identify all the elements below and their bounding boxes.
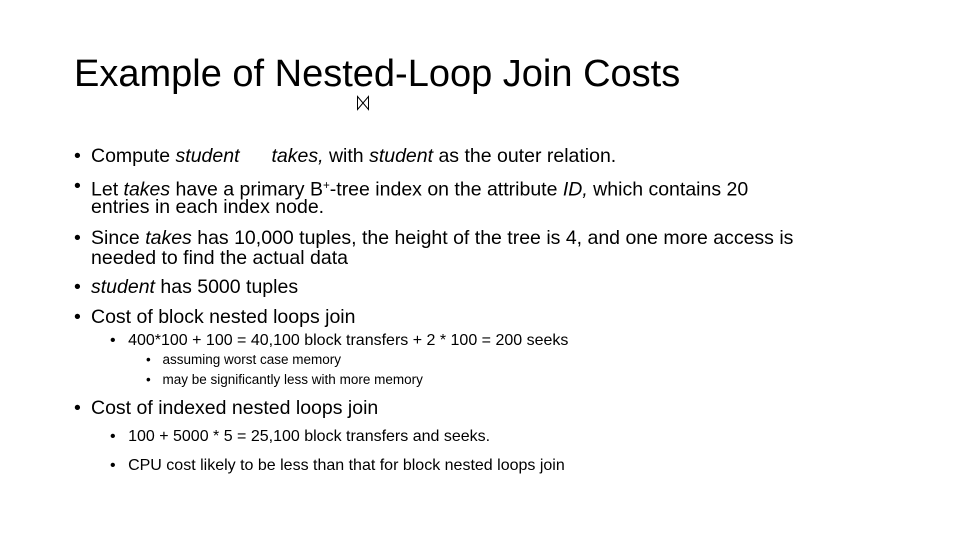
sub-sub-bullet-text: may be significantly less with more memo… bbox=[162, 372, 423, 387]
bullet-text: Compute student takes, with student as th… bbox=[91, 145, 617, 167]
slide-title: Example of Nested-Loop Join Costs bbox=[74, 53, 681, 95]
bullet-marker: • bbox=[74, 145, 81, 167]
sub-bullet-cpu-cost: • CPU cost likely to be less than that f… bbox=[110, 456, 565, 476]
bullet-marker: • bbox=[74, 227, 81, 249]
bullet-text: Since takes has 10,000 tuples, the heigh… bbox=[91, 227, 794, 249]
bullet-marker: • bbox=[146, 352, 151, 367]
sub-sub-bullet-more-memory: • may be significantly less with more me… bbox=[146, 372, 423, 388]
sub-bullet-text: 100 + 5000 * 5 = 25,100 block transfers … bbox=[128, 428, 491, 445]
sub-bullet-text: CPU cost likely to be less than that for… bbox=[128, 457, 565, 474]
bullet-text: Cost of block nested loops join bbox=[91, 306, 356, 328]
bullet-text: Cost of indexed nested loops join bbox=[91, 397, 379, 419]
bullet-marker: • bbox=[74, 306, 81, 328]
sub-bullet-block-cost-formula: • 400*100 + 100 = 40,100 block transfers… bbox=[110, 331, 568, 351]
bullet-text: student has 5000 tuples bbox=[91, 276, 299, 298]
sub-bullet-text: 400*100 + 100 = 40,100 block transfers +… bbox=[128, 332, 569, 349]
join-symbol-icon bbox=[356, 95, 370, 111]
bullet-marker: • bbox=[74, 397, 81, 419]
sub-bullet-indexed-cost-formula: • 100 + 5000 * 5 = 25,100 block transfer… bbox=[110, 427, 490, 447]
bullet-text-continued: needed to find the actual data bbox=[91, 247, 348, 269]
sub-sub-bullet-worst-case: • assuming worst case memory bbox=[146, 352, 341, 368]
sub-sub-bullet-text: assuming worst case memory bbox=[162, 352, 342, 367]
bullet-marker: • bbox=[74, 175, 81, 197]
bullet-marker: • bbox=[74, 276, 81, 298]
bullet-marker: • bbox=[110, 332, 116, 349]
bullet-marker: • bbox=[110, 457, 116, 474]
bullet-marker: • bbox=[110, 428, 116, 445]
bullet-marker: • bbox=[146, 372, 151, 387]
bullet-text-continued: entries in each index node. bbox=[91, 196, 325, 218]
